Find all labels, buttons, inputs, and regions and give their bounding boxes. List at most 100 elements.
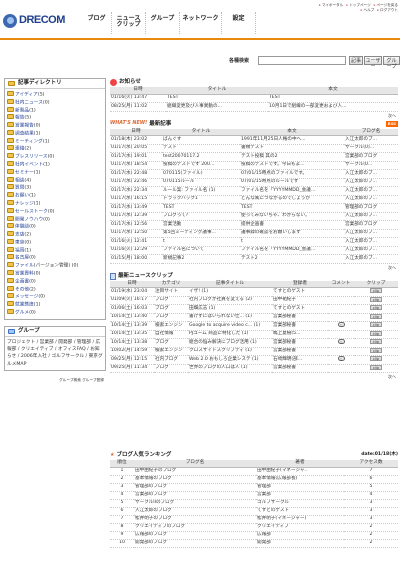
table-cell[interactable]: TEST bbox=[162, 203, 240, 213]
table-cell[interactable]: 基本情報(広報部長) bbox=[256, 475, 344, 484]
table-cell[interactable]: PJユーム 商品に特化した (1) bbox=[188, 330, 272, 339]
category-link[interactable]: 開発ノウハウ bbox=[15, 217, 43, 222]
table-cell[interactable]: てすとのゲスト bbox=[272, 304, 328, 314]
table-cell[interactable]: 管理部のブログ bbox=[344, 203, 398, 213]
clip-button[interactable]: clip bbox=[370, 322, 382, 328]
rss-button[interactable]: RSS bbox=[385, 121, 398, 127]
clip-button[interactable]: clip bbox=[370, 288, 382, 294]
category-link[interactable]: メッセージ bbox=[15, 295, 38, 300]
table-cell[interactable]: t bbox=[162, 237, 240, 247]
table-cell[interactable]: ルール案: ファイル名 (1) bbox=[162, 186, 240, 196]
table-cell[interactable]: 新規記事2 bbox=[162, 254, 240, 264]
category-link[interactable]: 新製品 bbox=[15, 108, 29, 113]
table-cell[interactable]: 田中祐紀子 bbox=[272, 296, 328, 305]
table-cell[interactable]: 書けずにはいられない仕... (1) bbox=[188, 313, 272, 322]
table-cell[interactable]: 投稿のテストです 200... bbox=[162, 161, 240, 170]
table-cell[interactable]: 営業部 bbox=[256, 491, 344, 500]
table-cell[interactable]: 営業部秘書 bbox=[272, 364, 328, 373]
table-cell[interactable]: 入江太郎のブ... bbox=[344, 237, 398, 247]
table-cell[interactable]: 入江太郎のブ... bbox=[344, 229, 398, 238]
category-link[interactable]: 支店 bbox=[15, 233, 24, 238]
table-cell[interactable]: ゴルフサークル bbox=[256, 499, 344, 508]
table-cell[interactable]: 営業部秘書 bbox=[272, 347, 328, 356]
util-top-page[interactable]: トップページ bbox=[346, 3, 371, 7]
table-cell[interactable]: クリエイティブのブログ bbox=[134, 523, 256, 532]
table-cell[interactable]: 松井明子(マネージャー) bbox=[256, 515, 344, 524]
category-link[interactable]: 名古屋 bbox=[15, 256, 29, 261]
clip-button[interactable]: clip bbox=[370, 330, 382, 336]
clip-button[interactable]: clip bbox=[370, 305, 382, 311]
table-cell[interactable]: 開発部のブログ bbox=[134, 539, 256, 548]
table-cell[interactable]: 田畑広志 (1) bbox=[188, 304, 272, 314]
search-input[interactable] bbox=[258, 56, 346, 65]
category-link[interactable]: その他 bbox=[15, 287, 29, 292]
drecom-logo[interactable]: DRECOM bbox=[3, 13, 75, 29]
comment-badge[interactable]: ○ bbox=[337, 356, 345, 362]
table-cell[interactable]: 営業部のブログ bbox=[344, 152, 398, 162]
table-cell[interactable]: 石崎輝明(部... bbox=[272, 355, 328, 365]
category-link[interactable]: ファイル bbox=[15, 264, 34, 269]
category-link[interactable]: 体験談 bbox=[15, 225, 29, 230]
util-help[interactable]: ヘルプ bbox=[361, 8, 374, 12]
table-cell[interactable]: TEST bbox=[166, 94, 268, 103]
category-link[interactable]: 企画書 bbox=[15, 279, 29, 284]
category-link[interactable]: アイディア bbox=[15, 93, 38, 98]
util-logout[interactable]: ログアウト bbox=[377, 8, 398, 12]
table-cell[interactable]: 営業部のブログ bbox=[134, 491, 256, 500]
table-cell[interactable]: てすとのゲスト bbox=[272, 287, 328, 297]
nav-news-clip[interactable]: ニュース クリップ bbox=[112, 12, 146, 34]
table-cell[interactable]: 営業活動 bbox=[162, 220, 240, 230]
clip-button[interactable]: clip bbox=[370, 364, 382, 370]
table-cell[interactable]: サークル(0... bbox=[344, 161, 398, 170]
table-cell[interactable]: イザ! (1) bbox=[188, 287, 272, 297]
clip-button[interactable]: clip bbox=[370, 339, 382, 345]
category-link[interactable]: お願い bbox=[15, 194, 29, 199]
search-articles-button[interactable]: 記事 bbox=[349, 56, 363, 65]
table-cell[interactable]: サークルIIのブログ bbox=[134, 499, 256, 508]
category-link[interactable]: 相談 bbox=[15, 178, 24, 183]
clip-button[interactable]: clip bbox=[370, 347, 382, 353]
table-cell[interactable]: 入江太郎のブ... bbox=[344, 212, 398, 221]
category-link[interactable]: 社内イベント bbox=[15, 163, 43, 168]
table-cell[interactable]: 営業部秘書 bbox=[272, 313, 328, 322]
comment-badge[interactable]: ○ bbox=[337, 322, 345, 328]
table-cell[interactable]: 入江太郎のブ... bbox=[344, 178, 398, 187]
group-search-link[interactable]: グループ検索 bbox=[59, 378, 81, 382]
nav-settings[interactable]: 設定 bbox=[222, 12, 256, 34]
clip-button[interactable]: clip bbox=[370, 296, 382, 302]
table-cell[interactable]: 鴫上夏樹(5... bbox=[272, 330, 328, 339]
table-cell[interactable]: ばんぐす bbox=[162, 135, 240, 145]
table-cell[interactable]: 組織変更及び人事異動の... bbox=[166, 102, 268, 112]
nav-group[interactable]: グループ bbox=[146, 12, 180, 34]
table-cell[interactable]: 組合の悩み解決にブログ活用 (1) bbox=[188, 338, 272, 348]
clip-button[interactable]: clip bbox=[370, 356, 382, 362]
table-cell[interactable]: 入江太郎のブ... bbox=[344, 186, 398, 196]
table-cell[interactable]: 開発部 bbox=[256, 539, 344, 548]
table-cell[interactable]: 田中由紀子(マネージャ.. bbox=[256, 467, 344, 476]
category-link[interactable]: 質問 bbox=[15, 186, 24, 191]
table-cell[interactable]: クリエイティブ bbox=[256, 523, 344, 532]
comment-badge[interactable]: ○ bbox=[337, 339, 345, 345]
category-link[interactable]: ナレッジ bbox=[15, 201, 34, 206]
table-cell[interactable]: 広報部のブログ bbox=[134, 531, 256, 540]
category-link[interactable]: 営業報告 bbox=[15, 124, 34, 129]
table-cell[interactable]: 入江太郎のブ... bbox=[344, 135, 398, 145]
table-cell[interactable]: 第5回ミーティング議事... bbox=[162, 229, 240, 238]
table-cell[interactable]: ファイル名について bbox=[162, 246, 240, 255]
table-cell[interactable]: 入江太郎のブ... bbox=[344, 246, 398, 255]
util-my-portal[interactable]: マイポータル bbox=[319, 3, 344, 7]
category-link[interactable]: 福岡 bbox=[15, 248, 24, 253]
table-cell[interactable]: Google to acquire video c... (1) bbox=[188, 321, 272, 331]
table-cell[interactable]: てすとのゲスト bbox=[256, 507, 344, 516]
category-link[interactable]: セールストーク bbox=[15, 209, 48, 214]
table-cell[interactable]: トラックバック1 bbox=[162, 195, 240, 204]
clips-next-link[interactable]: 次へ bbox=[110, 373, 398, 381]
nav-network[interactable]: ネットワーク bbox=[180, 12, 222, 34]
table-cell[interactable]: サークル(0)... bbox=[344, 144, 398, 153]
table-cell[interactable]: 社内ブログが社員を変える (2) bbox=[188, 296, 272, 305]
clip-button[interactable]: clip bbox=[370, 313, 382, 319]
category-link[interactable]: グルメ bbox=[15, 310, 29, 315]
table-cell[interactable]: 田中由紀子のブログ bbox=[134, 467, 256, 476]
newest-next-link[interactable]: 次へ bbox=[110, 264, 398, 272]
table-cell[interactable]: 管理部 bbox=[256, 483, 344, 492]
